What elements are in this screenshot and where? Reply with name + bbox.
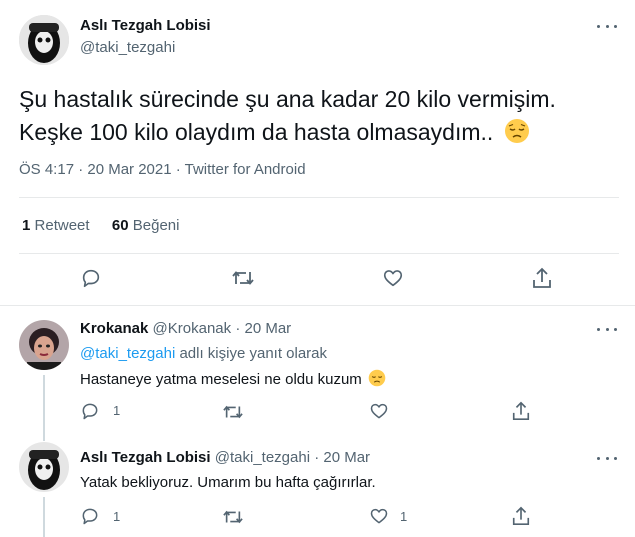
- tweet-text-line: Şu hastalık sürecinde şu ana kadar 20 ki…: [19, 86, 556, 112]
- thread-line: [43, 497, 45, 537]
- stats-row: 1 Retweet 60 Beğeni: [22, 217, 179, 234]
- avatar[interactable]: [19, 320, 69, 370]
- timestamp[interactable]: ÖS 4:17 · 20 Mar 2021 · Twitter for Andr…: [19, 161, 306, 178]
- retweet-count[interactable]: 1: [22, 217, 30, 234]
- reply-count[interactable]: 1: [113, 509, 120, 524]
- like-icon[interactable]: [369, 506, 389, 526]
- display-name[interactable]: Aslı Tezgah Lobisi: [80, 449, 211, 466]
- retweet-label[interactable]: Retweet: [35, 217, 90, 234]
- tweet-text: Şu hastalık sürecinde şu ana kadar 20 ki…: [19, 83, 619, 149]
- reply-icon[interactable]: [80, 267, 102, 289]
- more-icon[interactable]: [597, 325, 617, 333]
- like-label[interactable]: Beğeni: [133, 217, 180, 234]
- reply-icon[interactable]: [80, 506, 100, 526]
- share-icon[interactable]: [511, 400, 531, 422]
- handle[interactable]: @taki_tezgahi: [215, 449, 310, 466]
- thread-line: [43, 375, 45, 427]
- handle[interactable]: @Krokanak: [153, 320, 232, 337]
- reply-context: @taki_tezgahi adlı kişiye yanıt olarak: [80, 345, 327, 362]
- reply-to-link[interactable]: @taki_tezgahi: [80, 345, 175, 362]
- reply-to-label: adlı kişiye yanıt olarak: [179, 345, 328, 362]
- retweet-icon[interactable]: [231, 267, 255, 289]
- thread-line: [43, 427, 45, 441]
- like-icon[interactable]: [382, 267, 404, 289]
- pensive-emoji-icon: [368, 369, 386, 387]
- share-icon[interactable]: [531, 266, 553, 290]
- reply-text-content: Hastaneye yatma meselesi ne oldu kuzum: [80, 371, 362, 388]
- handle[interactable]: @taki_tezgahi: [80, 39, 175, 56]
- reply-icon[interactable]: [80, 401, 100, 421]
- reply-header: Krokanak @Krokanak · 20 Mar: [80, 320, 291, 337]
- like-count[interactable]: 60: [112, 217, 129, 234]
- avatar[interactable]: [19, 442, 69, 492]
- reply-header: Aslı Tezgah Lobisi @taki_tezgahi · 20 Ma…: [80, 449, 370, 466]
- date[interactable]: · 20 Mar: [235, 320, 291, 337]
- retweet-icon[interactable]: [222, 507, 244, 527]
- display-name[interactable]: Aslı Tezgah Lobisi: [80, 17, 211, 34]
- like-icon[interactable]: [369, 401, 389, 421]
- retweet-icon[interactable]: [222, 402, 244, 422]
- reply-text: Hastaneye yatma meselesi ne oldu kuzum: [80, 369, 386, 388]
- display-name[interactable]: Krokanak: [80, 320, 148, 337]
- more-icon[interactable]: [597, 454, 617, 462]
- like-count[interactable]: 1: [400, 509, 407, 524]
- date[interactable]: · 20 Mar: [314, 449, 370, 466]
- tweet-text-line: Keşke 100 kilo olaydım da hasta olmasayd…: [19, 119, 494, 145]
- divider: [19, 197, 619, 198]
- divider: [19, 253, 619, 254]
- more-icon[interactable]: [597, 22, 617, 30]
- avatar[interactable]: [19, 15, 69, 65]
- pensive-emoji-icon: [504, 119, 529, 143]
- reply-text: Yatak bekliyoruz. Umarım bu hafta çağırı…: [80, 474, 376, 491]
- reply-count[interactable]: 1: [113, 403, 120, 418]
- share-icon[interactable]: [511, 505, 531, 527]
- tweet-text-line-2: Keşke 100 kilo olaydım da hasta olmasayd…: [19, 116, 619, 149]
- divider: [0, 305, 635, 306]
